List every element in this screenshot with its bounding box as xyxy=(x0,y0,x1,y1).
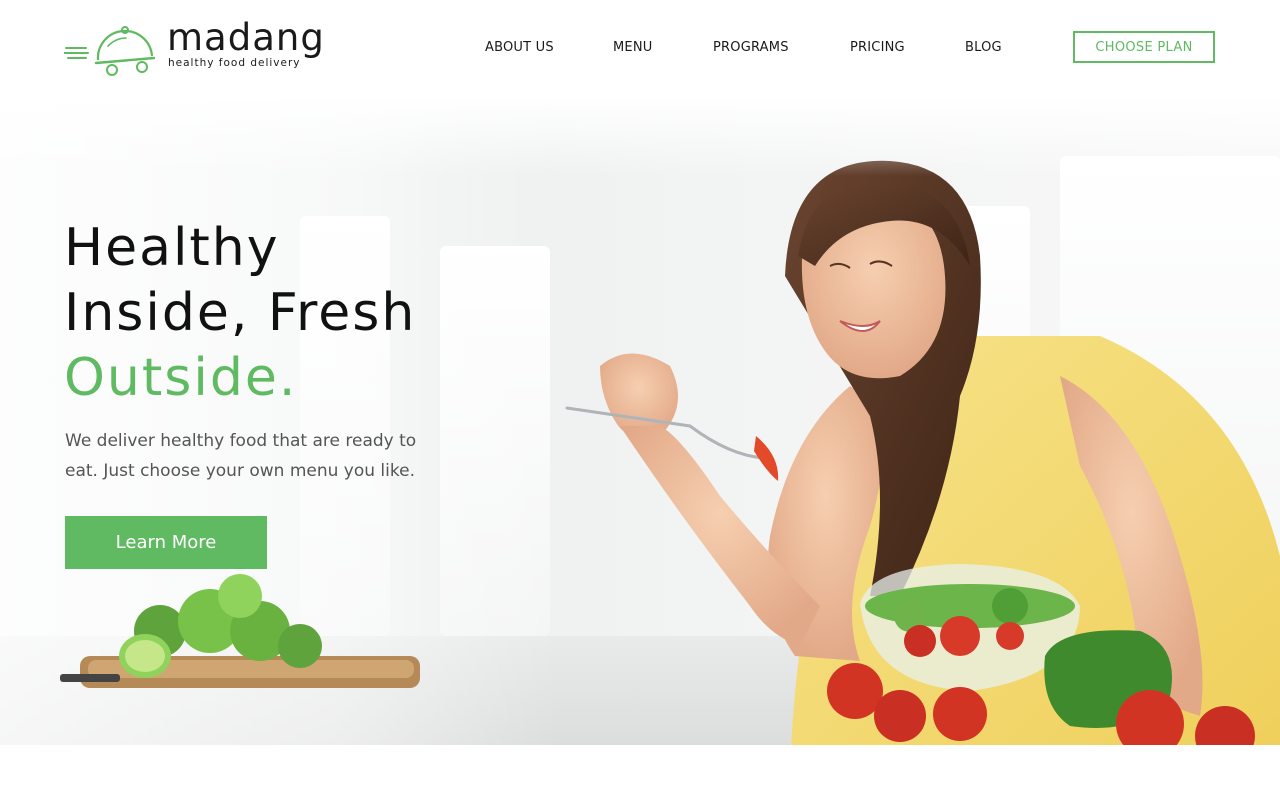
headline-line-3: Outside. xyxy=(64,348,298,408)
hero-top-fade xyxy=(0,96,1280,176)
nav-item-programs[interactable]: PROGRAMS xyxy=(713,40,789,55)
nav-item-pricing[interactable]: PRICING xyxy=(850,40,905,55)
headline-line-2: Inside, Fresh xyxy=(64,283,417,343)
brand-name: madang xyxy=(167,16,325,59)
brand-logo[interactable]: madang healthy food delivery xyxy=(64,18,324,82)
nav-item-blog[interactable]: BLOG xyxy=(965,40,1002,55)
hero-section: Healthy Inside, Fresh Outside. We delive… xyxy=(0,96,1280,745)
page-below-hero xyxy=(0,745,1280,800)
brand-tagline: healthy food delivery xyxy=(168,57,301,69)
headline-line-1: Healthy xyxy=(64,218,280,278)
food-cloche-icon xyxy=(64,26,156,76)
nav-item-about-us[interactable]: ABOUT US xyxy=(485,40,554,55)
cutting-board-with-greens-image xyxy=(60,574,420,688)
woman-eating-salad-image xyxy=(565,160,1280,745)
site-header: madang healthy food delivery ABOUT US ME… xyxy=(0,0,1280,96)
choose-plan-button[interactable]: CHOOSE PLAN xyxy=(1073,31,1215,63)
hero-description: We deliver healthy food that are ready t… xyxy=(65,431,417,481)
nav-item-menu[interactable]: MENU xyxy=(613,40,652,55)
learn-more-button[interactable]: Learn More xyxy=(65,516,267,569)
hero-headline: Healthy Inside, Fresh Outside. xyxy=(64,216,416,411)
